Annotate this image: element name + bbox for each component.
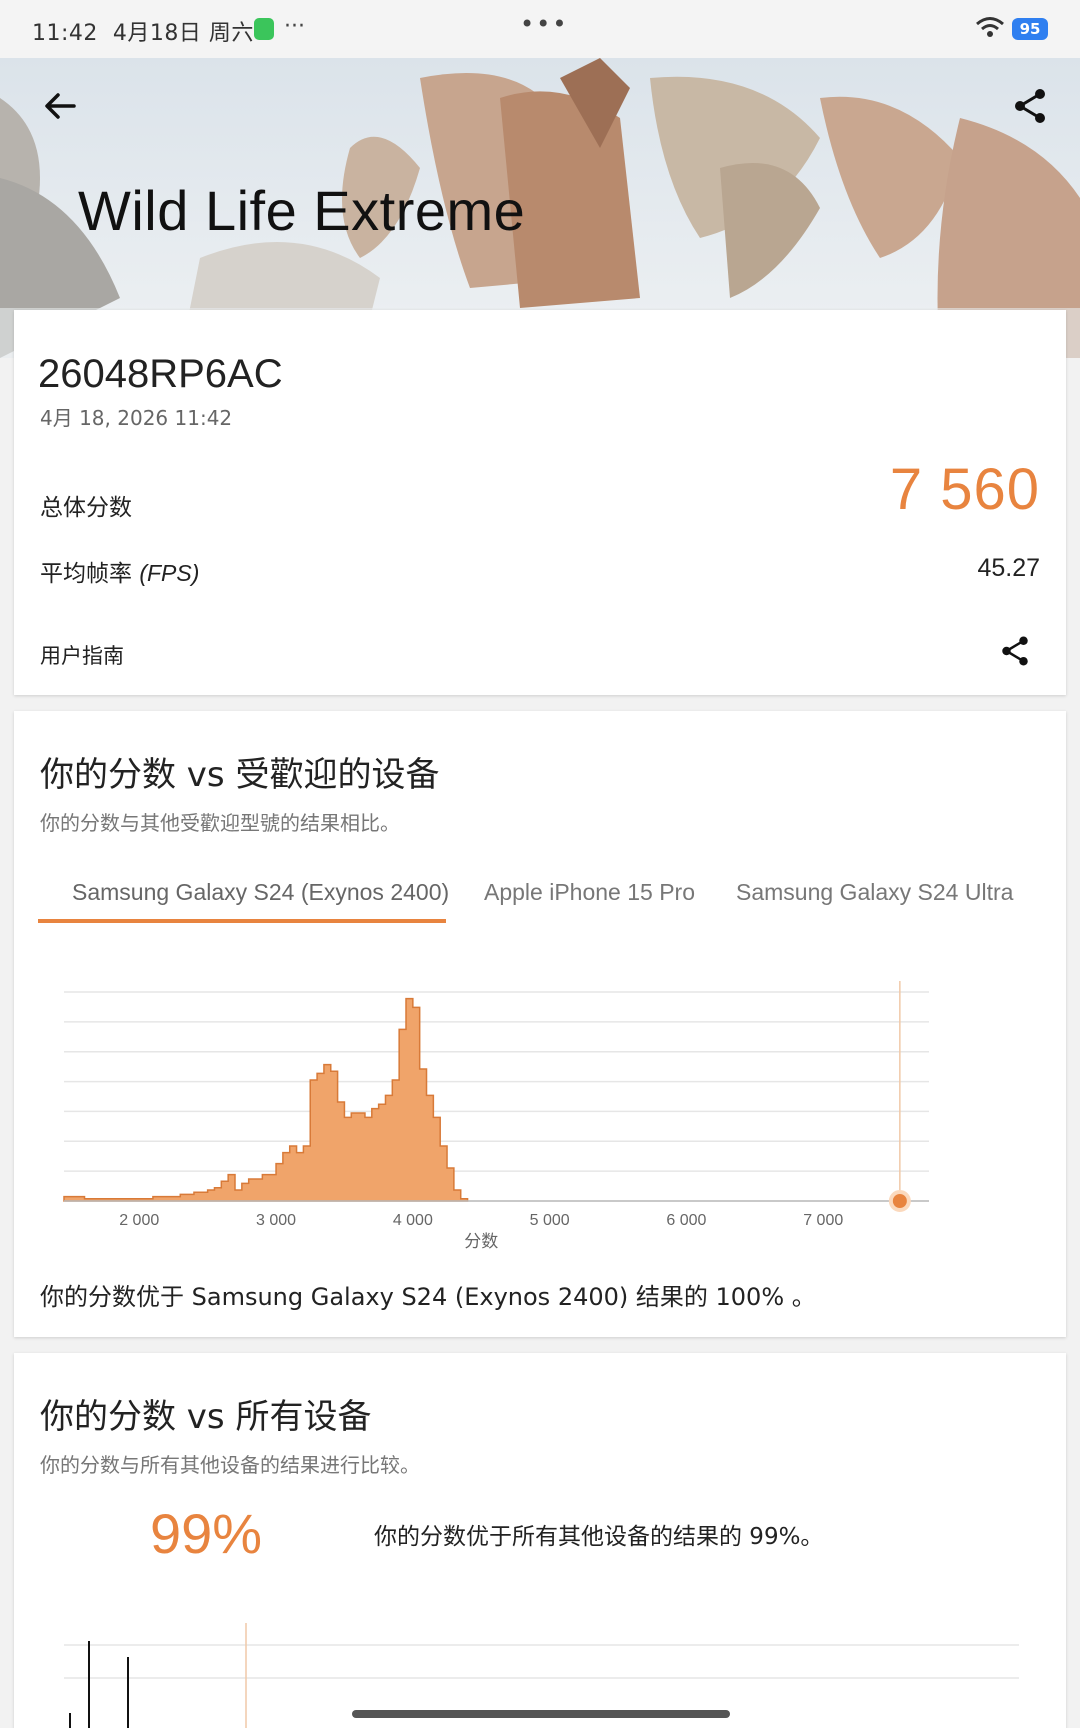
x-tick-label: 7 000 bbox=[803, 1212, 843, 1229]
overall-score-label: 总体分数 bbox=[40, 495, 132, 521]
x-axis-label: 分数 bbox=[464, 1232, 498, 1252]
status-bar: 11:42 4月18日 周六 ··· ••• 95 bbox=[0, 0, 1080, 58]
popular-subtitle: 你的分数与其他受歡迎型號的结果相比。 bbox=[40, 811, 400, 835]
tab-galaxy-s24-ultra[interactable]: Samsung Galaxy S24 Ultra bbox=[736, 871, 1013, 933]
fps-label: 平均帧率 (FPS) bbox=[40, 560, 200, 587]
benchmark-title: Wild Life Extreme bbox=[78, 179, 526, 242]
status-overflow: ··· bbox=[284, 14, 305, 39]
score-distribution-chart: 2 000 3 000 4 000 5 000 6 000 7 000 分数 bbox=[14, 961, 1066, 1261]
popular-devices-card: 你的分数 vs 受歡迎的设备 你的分数与其他受歡迎型號的结果相比。 Samsun… bbox=[14, 711, 1066, 1337]
x-tick-label: 5 000 bbox=[530, 1212, 570, 1229]
active-tab-indicator bbox=[38, 919, 446, 923]
battery-badge: 95 bbox=[1012, 18, 1048, 40]
x-tick-label: 3 000 bbox=[256, 1212, 296, 1229]
share-icon[interactable] bbox=[998, 634, 1032, 668]
status-time: 11:42 4月18日 周六 bbox=[32, 21, 254, 46]
histogram-svg: 2 000 3 000 4 000 5 000 6 000 7 000 分数 bbox=[63, 981, 929, 1252]
result-card: 26048RP6AC 4月 18, 2026 11:42 总体分数 7 560 … bbox=[14, 310, 1066, 695]
device-name: 26048RP6AC bbox=[38, 352, 283, 396]
x-tick-label: 2 000 bbox=[119, 1212, 159, 1229]
popular-title: 你的分数 vs 受歡迎的设备 bbox=[40, 755, 440, 795]
tab-iphone-15-pro[interactable]: Apple iPhone 15 Pro bbox=[484, 871, 695, 933]
wifi-icon bbox=[976, 17, 1004, 37]
percentile-value: 99% bbox=[150, 1502, 263, 1565]
share-icon[interactable] bbox=[1010, 86, 1050, 126]
result-timestamp: 4月 18, 2026 11:42 bbox=[40, 406, 233, 430]
tab-galaxy-s24-exynos[interactable]: Samsung Galaxy S24 (Exynos 2400) bbox=[72, 871, 449, 933]
all-devices-card: 你的分数 vs 所有设备 你的分数与所有其他设备的结果进行比较。 99% 你的分… bbox=[14, 1353, 1066, 1728]
your-score-marker bbox=[888, 1190, 911, 1212]
x-tick-label: 4 000 bbox=[393, 1212, 433, 1229]
x-tick-label: 6 000 bbox=[666, 1212, 706, 1229]
percentile-text: 你的分数优于所有其他设备的结果的 99%。 bbox=[374, 1524, 824, 1550]
user-guide-link[interactable]: 用户指南 bbox=[40, 640, 124, 670]
home-indicator[interactable] bbox=[352, 1710, 730, 1718]
app-notification-icon bbox=[254, 18, 274, 40]
device-tabs: Samsung Galaxy S24 (Exynos 2400) Apple i… bbox=[38, 871, 1048, 933]
back-arrow-icon[interactable] bbox=[40, 86, 80, 126]
popular-result-text: 你的分数优于 Samsung Galaxy S24 (Exynos 2400) … bbox=[40, 1283, 816, 1311]
all-title: 你的分数 vs 所有设备 bbox=[40, 1397, 372, 1437]
fps-value: 45.27 bbox=[977, 554, 1040, 582]
all-subtitle: 你的分数与所有其他设备的结果进行比较。 bbox=[40, 1453, 420, 1477]
window-menu-dots[interactable]: ••• bbox=[520, 10, 568, 38]
overall-score-value: 7 560 bbox=[889, 457, 1040, 522]
